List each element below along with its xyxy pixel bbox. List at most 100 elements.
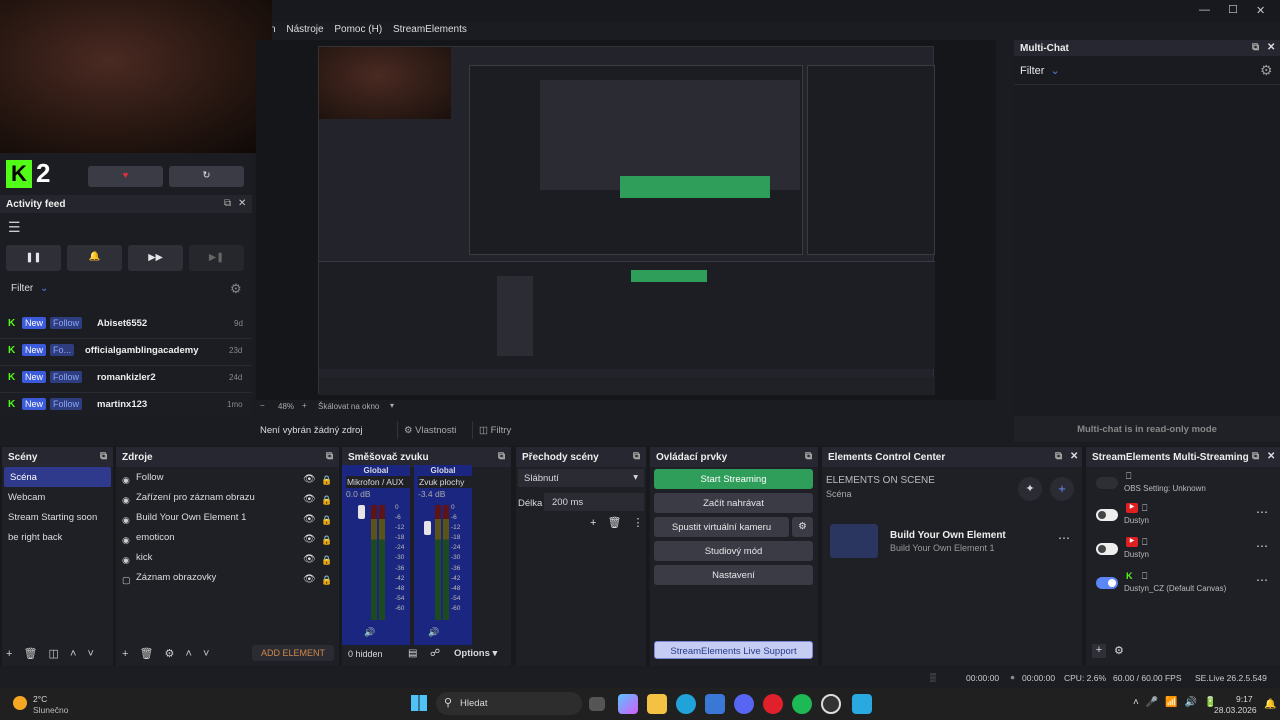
up-icon[interactable]: ˄ [70, 648, 76, 660]
more-icon[interactable]: ⋯ [1256, 505, 1268, 519]
toggle-switch[interactable] [1096, 477, 1118, 489]
close-icon[interactable]: ✕ [1256, 4, 1265, 17]
store-icon[interactable] [705, 694, 725, 714]
virtual-camera-button[interactable]: Spustit virtuální kameru [654, 517, 789, 537]
settings-button[interactable]: Nastavení [654, 565, 813, 585]
notification-icon[interactable]: 🔔 [1264, 699, 1276, 710]
eye-icons[interactable]: 👁 👁 👁 👁 👁 👁 [303, 470, 316, 590]
toggle-switch[interactable] [1096, 577, 1118, 589]
undock-icon[interactable]: ⧉ [100, 451, 107, 462]
channel-name[interactable]: Zvuk plochy [418, 476, 474, 488]
hamburger-icon[interactable]: ☰ [8, 219, 21, 236]
menu-item-tools[interactable]: Nástroje [286, 24, 323, 35]
link-icon[interactable]: ☍ [430, 648, 440, 659]
options-dropdown[interactable]: Options ▾ [454, 648, 497, 659]
channel-name[interactable]: Mikrofon / AUX [346, 476, 410, 488]
undock-icon[interactable]: ⧉ [498, 451, 505, 462]
fader-knob[interactable] [358, 505, 365, 519]
chevron-down-icon[interactable]: ▾ [390, 401, 394, 410]
scene-item[interactable]: Scéna [4, 467, 111, 487]
filters-button[interactable]: ◫ Filtry [472, 421, 522, 439]
pause-button[interactable]: ❚❚ [6, 245, 61, 271]
lock-icons[interactable]: 🔒 🔒 🔒 🔒 🔒 🔒 [321, 470, 332, 590]
transition-select[interactable]: Slábnutí ▾ [518, 469, 644, 487]
maximize-icon[interactable]: ☐ [1228, 3, 1238, 16]
properties-button[interactable]: ⚙ Vlastnosti [397, 421, 465, 439]
toggle-switch[interactable] [1096, 543, 1118, 555]
zoom-in-button[interactable]: + [302, 401, 307, 410]
edge-icon[interactable] [676, 694, 696, 714]
add-element-button[interactable]: ADD ELEMENT [252, 645, 334, 661]
copilot-icon[interactable] [618, 694, 638, 714]
menu-item-help[interactable]: Pomoc (H) [334, 24, 382, 35]
bell-button[interactable]: 🔔 [67, 245, 122, 271]
duration-field[interactable]: 200 ms [544, 493, 644, 511]
start-recording-button[interactable]: Začít nahrávat [654, 493, 813, 513]
more-icon[interactable]: ⋯ [1058, 531, 1070, 545]
search-box[interactable]: ⚲ Hledat [436, 692, 582, 715]
gear-icon[interactable]: ⚙ [1114, 644, 1124, 657]
undock-icon[interactable]: ⧉ [633, 451, 640, 462]
scale-label[interactable]: Škálovat na okno [318, 402, 379, 411]
obs-icon[interactable] [821, 694, 841, 714]
more-icon[interactable]: ⋯ [1256, 573, 1268, 587]
undock-icon[interactable]: ⧉ [1252, 42, 1259, 53]
down-icon[interactable]: ˅ [203, 648, 209, 660]
zoom-out-button[interactable]: − [260, 401, 265, 410]
heart-button[interactable]: ♥ [88, 166, 163, 187]
add-icon[interactable]: + [1092, 644, 1106, 658]
speaker-icon[interactable]: 🔊 [364, 627, 375, 638]
trash-icon[interactable]: 🗑 [24, 648, 38, 660]
hidden-count[interactable]: 0 hidden [348, 649, 383, 659]
app-icon[interactable] [852, 694, 872, 714]
gear-icon[interactable]: ⚙ [1260, 62, 1273, 79]
close-icon[interactable]: ✕ [1267, 42, 1275, 53]
filter-dropdown[interactable]: Filter ⌄ [11, 283, 48, 294]
filter-icon[interactable]: ◫ [49, 648, 59, 660]
toggle-switch[interactable] [1096, 509, 1118, 521]
studio-mode-button[interactable]: Studiový mód [654, 541, 813, 561]
menu-item-streamelements[interactable]: StreamElements [393, 24, 467, 35]
undock-icon[interactable]: ⧉ [805, 451, 812, 462]
spotify-icon[interactable] [792, 694, 812, 714]
add-icon[interactable]: + [6, 648, 12, 660]
opera-icon[interactable] [763, 694, 783, 714]
more-icon[interactable]: ⋯ [1256, 539, 1268, 553]
layout-icon[interactable]: ▤ [408, 648, 417, 659]
add-icon[interactable]: + [590, 517, 596, 529]
element-card[interactable]: Build Your Own Element Build Your Own El… [826, 521, 1078, 561]
refresh-button[interactable]: ↻ [169, 166, 244, 187]
speaker-icon[interactable]: 🔊 [428, 627, 439, 638]
weather-icon[interactable] [13, 696, 27, 710]
scene-item[interactable]: Webcam [2, 487, 113, 507]
gear-icon[interactable]: ⚙ [165, 648, 175, 660]
undock-icon[interactable]: ⧉ [326, 451, 333, 462]
discord-icon[interactable] [734, 694, 754, 714]
start-streaming-button[interactable]: Start Streaming [654, 469, 813, 489]
sparkle-button[interactable]: ✦ [1018, 477, 1042, 501]
trash-icon[interactable]: 🗑 [608, 517, 622, 529]
scene-item[interactable]: be right back [2, 527, 113, 547]
add-element-circle-button[interactable]: + [1050, 477, 1074, 501]
settings-gear-icon[interactable]: ⚙ [230, 281, 242, 297]
tray-icons[interactable]: ˄🎤📶🔊🔋 [1133, 697, 1224, 708]
undock-icon[interactable]: ⧉ [1055, 451, 1062, 462]
trash-icon[interactable]: 🗑 [140, 648, 154, 660]
down-icon[interactable]: ˅ [88, 648, 94, 660]
more-icon[interactable]: ⋮ [633, 517, 644, 529]
file-explorer-icon[interactable] [647, 694, 667, 714]
start-icon[interactable] [411, 695, 427, 711]
undock-icon[interactable]: ⧉ [1252, 451, 1259, 462]
live-support-button[interactable]: StreamElements Live Support [654, 641, 813, 659]
minimize-icon[interactable]: — [1199, 4, 1210, 16]
close-icon[interactable]: ✕ [1070, 451, 1078, 462]
fader-knob[interactable] [424, 521, 431, 535]
preview-canvas[interactable] [318, 46, 935, 395]
skip-end-button[interactable]: ▶❚ [189, 245, 244, 271]
close-icon[interactable]: ✕ [1267, 451, 1275, 462]
multichat-filter[interactable]: Filter ⌄ [1020, 64, 1060, 77]
scene-item[interactable]: Stream Starting soon [2, 507, 113, 527]
skip-button[interactable]: ▶▶ [128, 245, 183, 271]
close-icon[interactable]: ✕ [238, 198, 246, 209]
add-icon[interactable]: + [122, 648, 128, 660]
